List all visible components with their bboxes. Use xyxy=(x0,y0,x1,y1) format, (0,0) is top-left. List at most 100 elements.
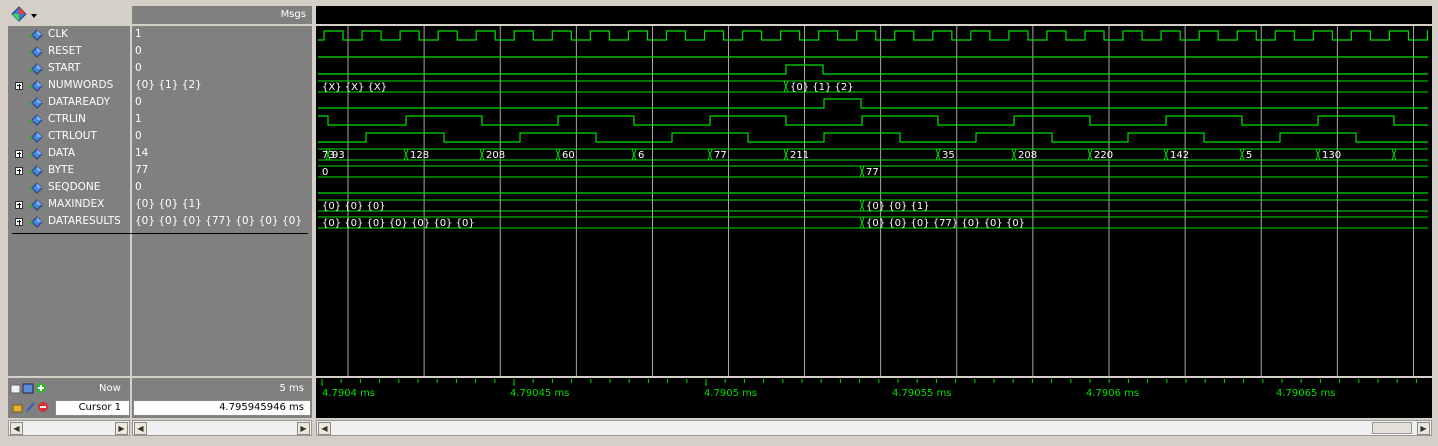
data-value-label: 35 xyxy=(942,150,955,161)
signal-name: CLK xyxy=(48,28,69,40)
now-value: 5 ms xyxy=(279,383,305,394)
data-value-label: 77 xyxy=(714,150,727,161)
signal-row[interactable]: SEQDONE xyxy=(0,180,130,197)
signal-value: 0 xyxy=(135,96,142,108)
timeline-label: 4.79055 ms xyxy=(892,388,952,399)
signal-name: DATAREADY xyxy=(48,96,111,108)
values-scrollbar[interactable]: ◀ ▶ xyxy=(132,420,312,436)
signal-name: DATARESULTS xyxy=(48,215,121,227)
expand-icon[interactable] xyxy=(15,218,23,226)
cursor-label: Cursor 1 xyxy=(78,402,121,413)
expand-icon[interactable] xyxy=(15,150,23,158)
waveform-pane[interactable]: {X} {X} {X} {0} {1} {2}7393 128 208 60 6 77 211… xyxy=(316,26,1432,376)
signal-row[interactable]: CTRLOUT xyxy=(0,129,130,146)
names-scrollbar[interactable]: ◀ ▶ xyxy=(8,420,130,436)
signal-value: 0 xyxy=(135,130,142,142)
timeline-label: 4.79045 ms xyxy=(510,388,570,399)
maxindex-value-label: {0} {0} {0} xyxy=(322,201,386,212)
timeline-ruler xyxy=(321,379,1417,386)
scroll-left-icon[interactable]: ◀ xyxy=(134,422,147,435)
now-label: Now xyxy=(99,383,121,394)
scroll-right-icon[interactable]: ▶ xyxy=(297,422,310,435)
numwords-value-label: {X} {X} {X} xyxy=(322,82,387,93)
wave-scrollbar[interactable]: ◀ ▶ xyxy=(316,420,1432,436)
expand-icon[interactable] xyxy=(15,201,23,209)
byte-value-label: 77 xyxy=(866,167,879,178)
signal-diamond-icon xyxy=(29,80,43,92)
signal-value: {0} {1} {2} xyxy=(135,79,202,91)
data-value-label: 211 xyxy=(790,150,809,161)
signal-diamond-icon xyxy=(29,131,43,143)
wave-menu-button[interactable] xyxy=(9,5,39,23)
data-value-label: 5 xyxy=(1246,150,1252,161)
signal-diamond-icon xyxy=(29,148,43,160)
signal-diamond-icon xyxy=(29,63,43,75)
footer-icons-bottom[interactable] xyxy=(12,400,52,414)
scroll-thumb[interactable] xyxy=(1372,422,1412,434)
timeline-label: 4.7905 ms xyxy=(704,388,758,399)
signal-row[interactable]: BYTE xyxy=(0,163,130,180)
signal-name: START xyxy=(48,62,81,74)
expand-icon[interactable] xyxy=(15,167,23,175)
add-cursor-icon xyxy=(10,384,21,394)
scroll-left-icon[interactable]: ◀ xyxy=(318,422,331,435)
msgs-label: Msgs xyxy=(280,9,306,20)
data-value-label: 60 xyxy=(562,150,575,161)
signal-diamond-icon xyxy=(29,29,43,41)
signal-diamond-icon xyxy=(29,182,43,194)
data-value-label: 130 xyxy=(1322,150,1341,161)
signal-name: DATA xyxy=(48,147,76,159)
signal-row[interactable]: DATA xyxy=(0,146,130,163)
lock-icon xyxy=(12,404,23,413)
signal-name: NUMWORDS xyxy=(48,79,114,91)
signal-value: 1 xyxy=(135,28,142,40)
scroll-right-icon[interactable]: ▶ xyxy=(1417,422,1430,435)
data-value-label: 208 xyxy=(486,150,505,161)
diamond-icon xyxy=(11,6,37,22)
data-value-label: 93 xyxy=(332,150,345,161)
dataresults-value-label: {0} {0} {0} {0} {0} {0} {0} xyxy=(322,218,475,229)
scroll-left-icon[interactable]: ◀ xyxy=(10,422,23,435)
signal-diamond-icon xyxy=(29,199,43,211)
signal-name: BYTE xyxy=(48,164,75,176)
cursor-name-box[interactable]: Cursor 1 xyxy=(55,400,130,416)
edit-cursor-icon xyxy=(26,402,35,412)
footer-icons-top[interactable] xyxy=(10,381,50,395)
signal-value: 0 xyxy=(135,62,142,74)
scroll-right-icon[interactable]: ▶ xyxy=(115,422,128,435)
expand-icon[interactable] xyxy=(15,82,23,90)
window-icon xyxy=(22,383,34,394)
signal-diamond-icon xyxy=(29,46,43,58)
signal-diamond-icon xyxy=(29,97,43,109)
timeline-label: 4.79065 ms xyxy=(1276,388,1336,399)
signal-row[interactable]: MAXINDEX xyxy=(0,197,130,214)
signal-row[interactable]: CTRLIN xyxy=(0,112,130,129)
wave-header-strip xyxy=(316,6,1432,24)
data-value-label: 128 xyxy=(410,150,429,161)
signal-row[interactable]: NUMWORDS xyxy=(0,78,130,95)
signal-value: 1 xyxy=(135,113,142,125)
value-cursor-line xyxy=(12,233,308,234)
signal-name: CTRLIN xyxy=(48,113,86,125)
timeline-label: 4.7904 ms xyxy=(322,388,376,399)
signal-value: 77 xyxy=(135,164,149,176)
dataresults-value-label: {0} {0} {0} {77} {0} {0} {0} xyxy=(866,218,1025,229)
signal-row[interactable]: DATARESULTS xyxy=(0,214,130,231)
msgs-header: Msgs xyxy=(132,6,312,24)
signal-row[interactable]: RESET xyxy=(0,44,130,61)
cursor-value: 4.795945946 ms xyxy=(219,402,304,413)
signal-name: CTRLOUT xyxy=(48,130,97,142)
signal-value: 0 xyxy=(135,181,142,193)
maxindex-value-label: {0} {0} {1} xyxy=(866,201,930,212)
timeline-label: 4.7906 ms xyxy=(1086,388,1140,399)
cursor-value-box[interactable]: 4.795945946 ms xyxy=(133,400,311,416)
signal-row[interactable]: START xyxy=(0,61,130,78)
signal-name: RESET xyxy=(48,45,82,57)
signal-row[interactable]: CLK xyxy=(0,27,130,44)
signal-row[interactable]: DATAREADY xyxy=(0,95,130,112)
signal-value: {0} {0} {0} {77} {0} {0} {0} xyxy=(135,215,302,227)
signal-diamond-icon xyxy=(29,114,43,126)
dropdown-arrow-icon xyxy=(31,14,37,18)
byte-value-label: 0 xyxy=(322,167,328,178)
signal-value: 0 xyxy=(135,45,142,57)
